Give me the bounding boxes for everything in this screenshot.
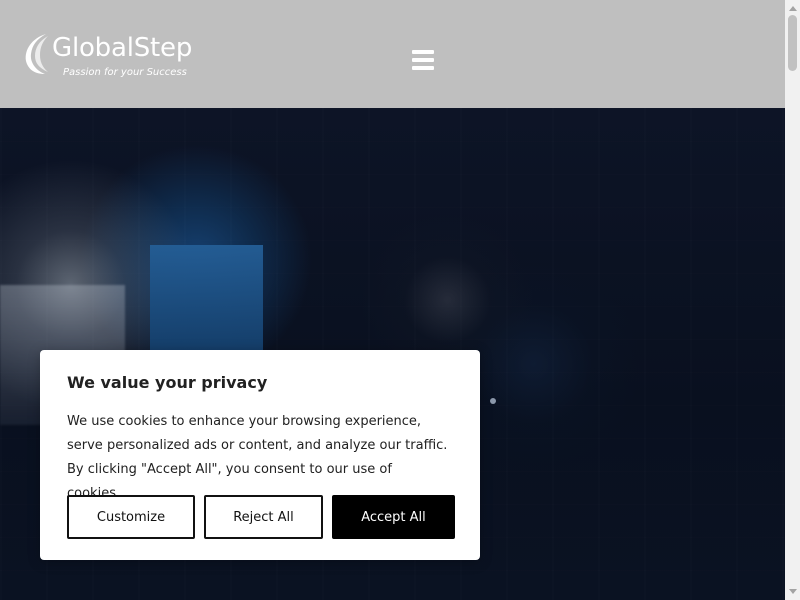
cookie-text-line-2: serve personalized ads or content, and a… xyxy=(67,438,448,453)
accept-all-button[interactable]: Accept All xyxy=(332,495,455,539)
reject-all-button[interactable]: Reject All xyxy=(204,495,323,539)
vertical-scrollbar[interactable] xyxy=(785,0,800,600)
scrollbar-thumb[interactable] xyxy=(788,15,797,71)
menu-line-middle xyxy=(412,58,434,62)
customize-button[interactable]: Customize xyxy=(67,495,195,539)
cookie-actions: Customize Reject All Accept All xyxy=(67,495,455,539)
menu-line-bottom xyxy=(412,66,434,70)
scroll-down-arrow-icon[interactable] xyxy=(789,589,797,594)
brand-logo[interactable]: GlobalStep Passion for your Success xyxy=(18,30,208,90)
cookie-dialog-text: We use cookies to enhance your browsing … xyxy=(67,410,449,506)
hero-light-dot xyxy=(490,398,496,404)
brand-name: GlobalStep xyxy=(52,33,193,63)
menu-line-top xyxy=(412,50,434,54)
brand-tagline: Passion for your Success xyxy=(63,67,187,78)
site-header: GlobalStep Passion for your Success xyxy=(0,0,785,108)
cookie-dialog-title: We value your privacy xyxy=(67,373,268,392)
page: GlobalStep Passion for your Success We v… xyxy=(0,0,800,600)
hamburger-menu-button[interactable] xyxy=(412,50,434,70)
scroll-up-arrow-icon[interactable] xyxy=(789,6,797,11)
cookie-text-line-1: We use cookies to enhance your browsing … xyxy=(67,414,422,429)
cookie-consent-dialog: We value your privacy We use cookies to … xyxy=(40,350,480,560)
